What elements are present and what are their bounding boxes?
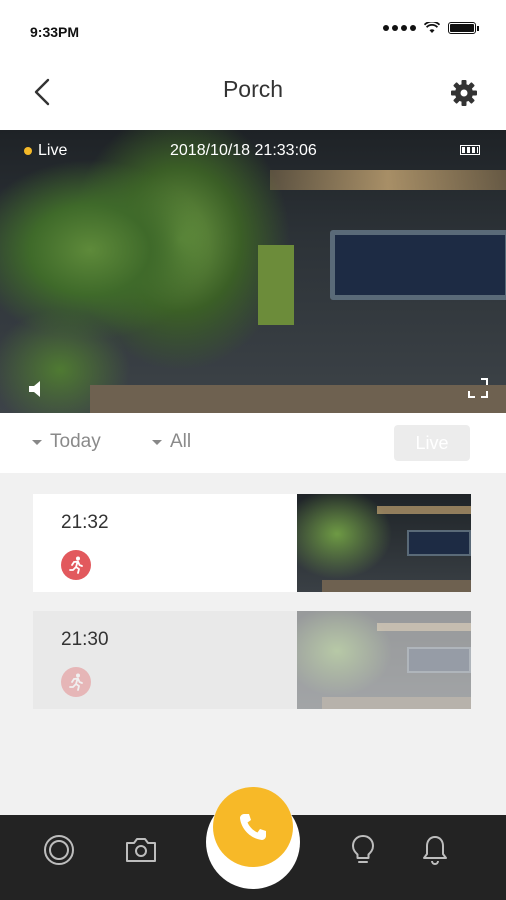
caret-down-icon <box>32 439 42 445</box>
event-thumbnail <box>297 494 471 592</box>
date-filter-dropdown[interactable]: Today <box>32 431 101 453</box>
motion-icon <box>61 550 91 580</box>
video-scene-planter <box>258 245 294 325</box>
camera-battery-icon <box>460 145 480 155</box>
fullscreen-button[interactable] <box>466 376 490 400</box>
bell-icon <box>423 836 447 866</box>
video-scene-pool <box>330 230 506 300</box>
event-thumbnail <box>297 611 471 709</box>
call-button[interactable] <box>213 787 293 867</box>
camera-icon <box>126 838 156 862</box>
video-scene-lights <box>270 170 506 190</box>
video-timestamp: 2018/10/18 21:33:06 <box>170 142 317 159</box>
live-indicator: Live <box>24 142 67 160</box>
video-scene-bench <box>90 385 506 413</box>
fullscreen-icon <box>468 378 488 398</box>
status-time: 9:33PM <box>30 24 80 40</box>
gear-icon <box>451 80 477 106</box>
signal-icon <box>383 25 416 31</box>
go-live-button[interactable]: Live <box>394 425 470 461</box>
page-title: Porch <box>222 76 284 102</box>
bulb-icon <box>352 835 374 863</box>
record-icon <box>44 835 74 865</box>
event-item[interactable]: 21:30 <box>33 611 471 709</box>
settings-button[interactable] <box>444 74 484 114</box>
wifi-icon <box>424 22 440 33</box>
filter-bar: Today All Live <box>0 413 506 473</box>
event-item[interactable]: 21:32 <box>33 494 471 592</box>
date-filter-label: Today <box>50 431 101 452</box>
snapshot-button[interactable] <box>124 833 158 867</box>
header: Porch <box>0 62 506 130</box>
phone-icon <box>240 814 266 840</box>
status-indicators <box>383 22 479 34</box>
light-button[interactable] <box>346 833 380 867</box>
notifications-button[interactable] <box>418 833 452 867</box>
live-video-feed[interactable]: Live 2018/10/18 21:33:06 <box>0 130 506 413</box>
record-button[interactable] <box>42 833 76 867</box>
status-bar: 9:33PM <box>0 0 506 62</box>
speaker-icon <box>29 381 40 397</box>
event-time: 21:32 <box>61 512 109 533</box>
bottom-tab-bar <box>0 787 506 900</box>
live-dot-icon <box>24 147 32 155</box>
caret-down-icon <box>152 439 162 445</box>
motion-icon <box>61 667 91 697</box>
live-label: Live <box>38 142 68 159</box>
type-filter-label: All <box>170 431 192 452</box>
type-filter-dropdown[interactable]: All <box>152 431 191 453</box>
battery-icon <box>448 22 479 34</box>
event-list: 21:32 21:30 <box>0 473 506 815</box>
speaker-button[interactable] <box>26 378 48 400</box>
event-time: 21:30 <box>61 629 109 650</box>
